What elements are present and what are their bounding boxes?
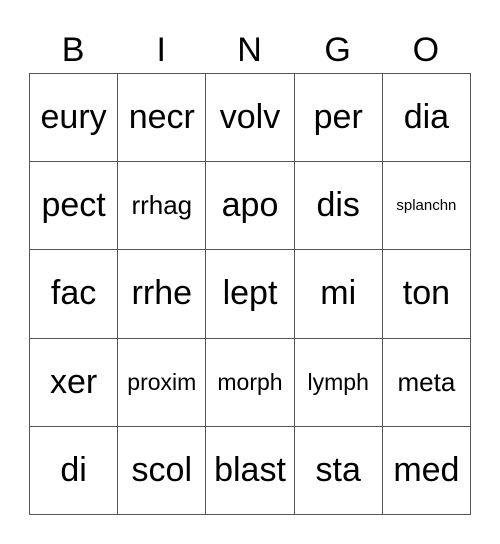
bingo-cell[interactable]: necr <box>118 74 207 163</box>
bingo-cell[interactable]: scol <box>118 426 207 515</box>
bingo-board: eury necr volv per dia pect rrhag apo di… <box>29 73 471 515</box>
bingo-cell[interactable]: proxim <box>118 338 207 427</box>
bingo-cell[interactable]: dia <box>382 74 471 163</box>
bingo-cell[interactable]: splanchn <box>382 162 471 251</box>
bingo-cell[interactable]: xer <box>30 338 119 427</box>
bingo-cell[interactable]: blast <box>206 426 295 515</box>
bingo-cell[interactable]: meta <box>382 338 471 427</box>
bingo-cell[interactable]: apo <box>206 162 295 251</box>
bingo-cell[interactable]: med <box>382 426 471 515</box>
bingo-cell[interactable]: rrhe <box>118 250 207 339</box>
bingo-cell[interactable]: eury <box>30 74 119 163</box>
header-letter-b: B <box>61 31 85 69</box>
bingo-cell[interactable]: volv <box>206 74 295 163</box>
bingo-cell[interactable]: rrhag <box>118 162 207 251</box>
header-letter-n: N <box>237 31 262 69</box>
header-letter-g: G <box>324 31 351 69</box>
bingo-cell[interactable]: sta <box>294 426 383 515</box>
bingo-cell[interactable]: per <box>294 74 383 163</box>
bingo-cell[interactable]: pect <box>30 162 119 251</box>
bingo-cell[interactable]: morph <box>206 338 295 427</box>
bingo-header: B I N G O <box>29 28 471 72</box>
bingo-cell[interactable]: fac <box>30 250 119 339</box>
header-letter-o: O <box>412 31 440 69</box>
bingo-cell[interactable]: dis <box>294 162 383 251</box>
bingo-cell[interactable]: lymph <box>294 338 383 427</box>
bingo-cell[interactable]: lept <box>206 250 295 339</box>
header-letter-i: I <box>156 31 166 69</box>
bingo-cell[interactable]: mi <box>294 250 383 339</box>
bingo-cell[interactable]: di <box>30 426 119 515</box>
bingo-cell[interactable]: ton <box>382 250 471 339</box>
